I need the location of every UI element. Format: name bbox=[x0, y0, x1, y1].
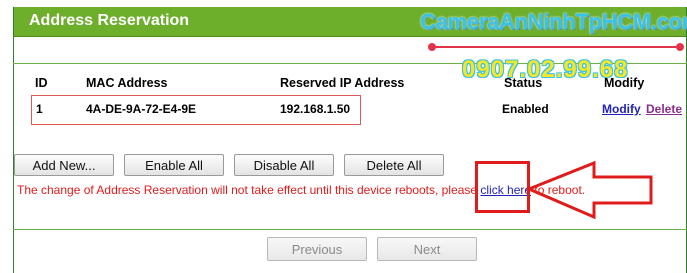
section-title: Address Reservation bbox=[29, 12, 190, 29]
cell-status: Enabled bbox=[502, 102, 549, 116]
left-border bbox=[13, 7, 14, 273]
notice-text: The change of Address Reservation will n… bbox=[17, 183, 481, 197]
watermark-underline bbox=[430, 46, 680, 48]
highlight-box-entry bbox=[31, 95, 361, 125]
column-header-ip: Reserved IP Address bbox=[280, 76, 405, 90]
delete-all-button[interactable]: Delete All bbox=[344, 154, 444, 176]
next-button[interactable]: Next bbox=[377, 237, 477, 261]
disable-all-button[interactable]: Disable All bbox=[234, 154, 334, 176]
modify-link[interactable]: Modify bbox=[602, 102, 641, 116]
column-header-mac: MAC Address bbox=[86, 76, 168, 90]
delete-link[interactable]: Delete bbox=[646, 102, 682, 116]
column-header-id: ID bbox=[35, 76, 48, 90]
watermark-site: CameraAnNinhTpHCM.com bbox=[420, 9, 687, 34]
watermark-dot-right bbox=[676, 43, 684, 51]
divider-bottom bbox=[13, 229, 687, 230]
watermark-dot-left bbox=[428, 43, 436, 51]
previous-button[interactable]: Previous bbox=[267, 237, 367, 261]
arrow-annotation-icon bbox=[525, 160, 653, 220]
add-new-button[interactable]: Add New... bbox=[14, 154, 114, 176]
enable-all-button[interactable]: Enable All bbox=[124, 154, 224, 176]
watermark-phone: 0907.02.99.68 bbox=[462, 56, 629, 83]
highlight-box-link bbox=[475, 161, 530, 213]
